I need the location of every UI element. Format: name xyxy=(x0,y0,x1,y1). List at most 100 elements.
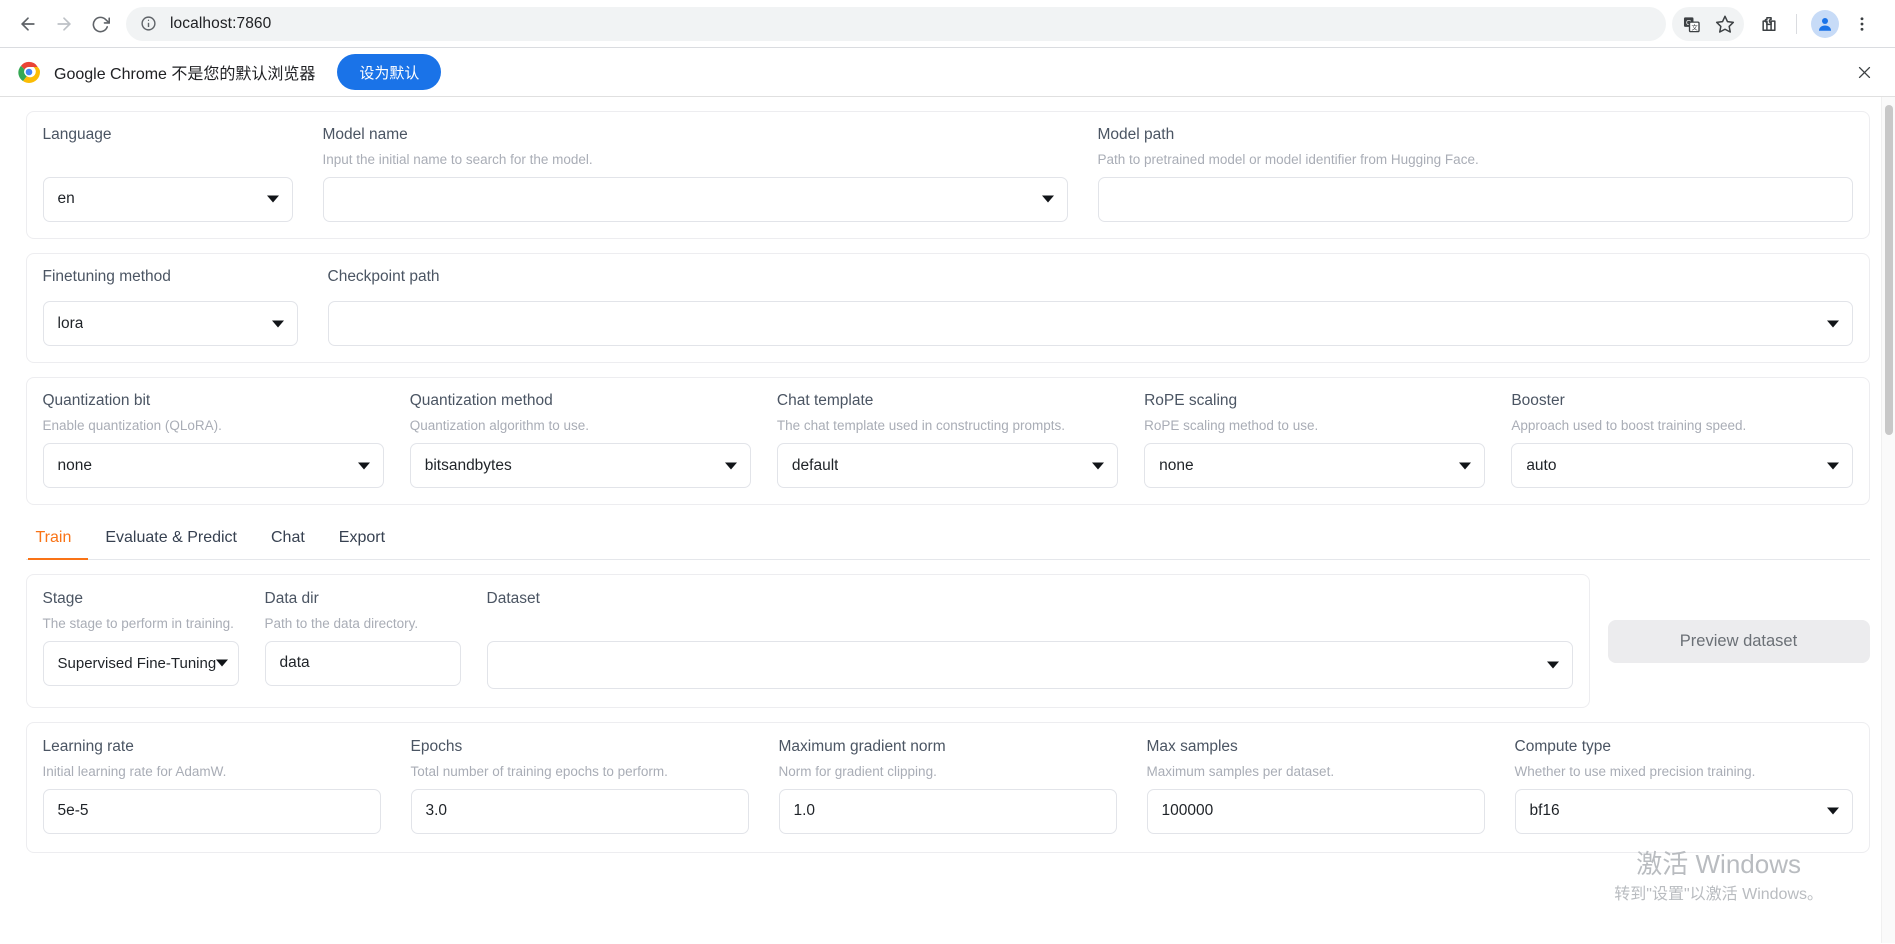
translate-icon[interactable]: G文 xyxy=(1674,7,1708,41)
quantization-method-dropdown[interactable]: bitsandbytes xyxy=(409,443,751,489)
data-dir-help: Path to the data directory. xyxy=(264,615,419,631)
epochs-value: 3.0 xyxy=(425,802,448,820)
finetuning-row: Finetuning method lora Checkpoint path xyxy=(42,267,1853,347)
tab-export[interactable]: Export xyxy=(322,519,402,559)
booster-help: Approach used to boost training speed. xyxy=(1511,417,1747,433)
app-page: Language . en Model name Input the initi… xyxy=(0,97,1895,943)
svg-text:文: 文 xyxy=(1691,22,1698,31)
model-name-dropdown[interactable] xyxy=(322,176,1068,222)
quantization-bit-dropdown[interactable]: none xyxy=(42,443,384,489)
preview-dataset-wrap: Preview dataset xyxy=(1607,574,1870,708)
tab-evaluate-predict[interactable]: Evaluate & Predict xyxy=(88,519,254,559)
forward-arrow-icon[interactable] xyxy=(46,6,82,42)
watermark-subtitle: 转到"设置"以激活 Windows。 xyxy=(1614,885,1823,903)
close-icon[interactable] xyxy=(1849,57,1879,87)
quantization-bit-label: Quantization bit xyxy=(42,392,151,410)
quantization-bit-help: Enable quantization (QLoRA). xyxy=(42,417,222,433)
profile-avatar-icon[interactable] xyxy=(1811,10,1839,38)
rope-scaling-field: RoPE scaling RoPE scaling method to use.… xyxy=(1144,392,1486,489)
stage-label: Stage xyxy=(42,590,84,608)
data-dir-label: Data dir xyxy=(264,590,319,608)
data-dir-input[interactable]: data xyxy=(264,640,461,686)
chat-template-label: Chat template xyxy=(776,392,874,410)
chevron-down-icon xyxy=(357,462,370,470)
model-path-input[interactable] xyxy=(1097,176,1853,222)
quantization-method-help: Quantization algorithm to use. xyxy=(409,417,590,433)
booster-dropdown[interactable]: auto xyxy=(1511,443,1853,489)
chevron-down-icon xyxy=(724,462,737,470)
epochs-input[interactable]: 3.0 xyxy=(410,788,749,834)
watermark-title: 激活 Windows xyxy=(1636,849,1801,880)
chat-template-field: Chat template The chat template used in … xyxy=(776,392,1119,489)
quantization-group: Quantization bit Enable quantization (QL… xyxy=(25,377,1870,506)
max-samples-help: Maximum samples per dataset. xyxy=(1146,763,1335,779)
booster-field: Booster Approach used to boost training … xyxy=(1511,392,1853,489)
dataset-dropdown[interactable] xyxy=(486,640,1573,689)
stage-value: Supervised Fine-Tuning xyxy=(57,654,217,672)
app-content: Language . en Model name Input the initi… xyxy=(22,111,1874,853)
dataset-panel: Stage The stage to perform in training. … xyxy=(25,574,1590,708)
quantization-method-field: Quantization method Quantization algorit… xyxy=(409,392,751,489)
stage-field: Stage The stage to perform in training. … xyxy=(42,590,239,686)
site-info-icon[interactable] xyxy=(140,15,158,33)
chevron-down-icon xyxy=(1092,462,1105,470)
data-dir-value: data xyxy=(279,654,310,672)
booster-label: Booster xyxy=(1511,392,1565,410)
set-as-default-button[interactable]: 设为默认 xyxy=(337,54,442,90)
back-arrow-icon[interactable] xyxy=(10,6,46,42)
finetuning-method-dropdown[interactable]: lora xyxy=(42,301,298,347)
page-scrollbar-thumb[interactable] xyxy=(1885,105,1893,435)
quantization-bit-field: Quantization bit Enable quantization (QL… xyxy=(42,392,384,489)
tab-chat[interactable]: Chat xyxy=(254,519,322,559)
epochs-field: Epochs Total number of training epochs t… xyxy=(410,738,749,834)
chevron-down-icon xyxy=(1459,462,1472,470)
model-name-field: Model name Input the initial name to sea… xyxy=(322,126,1068,222)
rope-scaling-value: none xyxy=(1159,456,1194,474)
checkpoint-path-dropdown[interactable] xyxy=(327,301,1853,347)
max-grad-norm-input[interactable]: 1.0 xyxy=(778,788,1117,834)
learning-rate-label: Learning rate xyxy=(42,737,134,755)
extensions-puzzle-icon[interactable] xyxy=(1752,7,1786,41)
max-samples-input[interactable]: 100000 xyxy=(1146,788,1485,834)
checkpoint-path-label: Checkpoint path xyxy=(327,267,440,285)
quantization-bit-value: none xyxy=(57,456,92,474)
max-samples-value: 100000 xyxy=(1161,802,1214,820)
learning-rate-help: Initial learning rate for AdamW. xyxy=(42,763,227,779)
chevron-down-icon xyxy=(271,320,284,328)
chat-template-help: The chat template used in constructing p… xyxy=(776,417,1066,433)
address-bar[interactable]: localhost:7860 xyxy=(126,7,1666,41)
model-name-label: Model name xyxy=(322,126,408,143)
chevron-down-icon xyxy=(1041,195,1054,203)
reload-icon[interactable] xyxy=(82,6,118,42)
preview-dataset-button[interactable]: Preview dataset xyxy=(1607,619,1870,663)
hyperparameters-row: Learning rate Initial learning rate for … xyxy=(42,737,1853,834)
language-dropdown[interactable]: en xyxy=(42,176,293,222)
model-path-field: Model path Path to pretrained model or m… xyxy=(1097,126,1853,222)
dataset-label: Dataset xyxy=(486,590,540,608)
bookmark-star-icon[interactable] xyxy=(1708,7,1742,41)
chevron-down-icon xyxy=(1826,462,1839,470)
compute-type-dropdown[interactable]: bf16 xyxy=(1514,788,1853,834)
data-dir-field: Data dir Path to the data directory. dat… xyxy=(264,590,461,686)
rope-scaling-dropdown[interactable]: none xyxy=(1144,443,1486,489)
tab-train[interactable]: Train xyxy=(27,519,89,561)
address-bar-url: localhost:7860 xyxy=(170,15,272,32)
three-dot-menu-icon[interactable] xyxy=(1845,7,1879,41)
finetuning-method-field: Finetuning method lora xyxy=(42,267,298,347)
language-field: Language . en xyxy=(42,126,293,222)
page-scrollbar[interactable] xyxy=(1881,97,1895,943)
toolbar-divider xyxy=(1796,14,1797,34)
stage-dropdown[interactable]: Supervised Fine-Tuning xyxy=(42,640,239,686)
model-config-row: Language . en Model name Input the initi… xyxy=(42,126,1853,222)
finetuning-method-value: lora xyxy=(57,314,84,332)
hyperparameters-panel: Learning rate Initial learning rate for … xyxy=(25,721,1870,853)
chevron-down-icon xyxy=(1546,661,1559,669)
main-tabs: Train Evaluate & Predict Chat Export xyxy=(25,519,1870,561)
learning-rate-input[interactable]: 5e-5 xyxy=(42,788,381,834)
quantization-method-label: Quantization method xyxy=(409,392,553,410)
chat-template-dropdown[interactable]: default xyxy=(776,443,1119,489)
train-tab-panel: Stage The stage to perform in training. … xyxy=(25,560,1870,853)
max-grad-norm-field: Maximum gradient norm Norm for gradient … xyxy=(778,738,1117,834)
finetuning-method-label: Finetuning method xyxy=(42,267,171,285)
rope-scaling-help: RoPE scaling method to use. xyxy=(1144,417,1319,433)
